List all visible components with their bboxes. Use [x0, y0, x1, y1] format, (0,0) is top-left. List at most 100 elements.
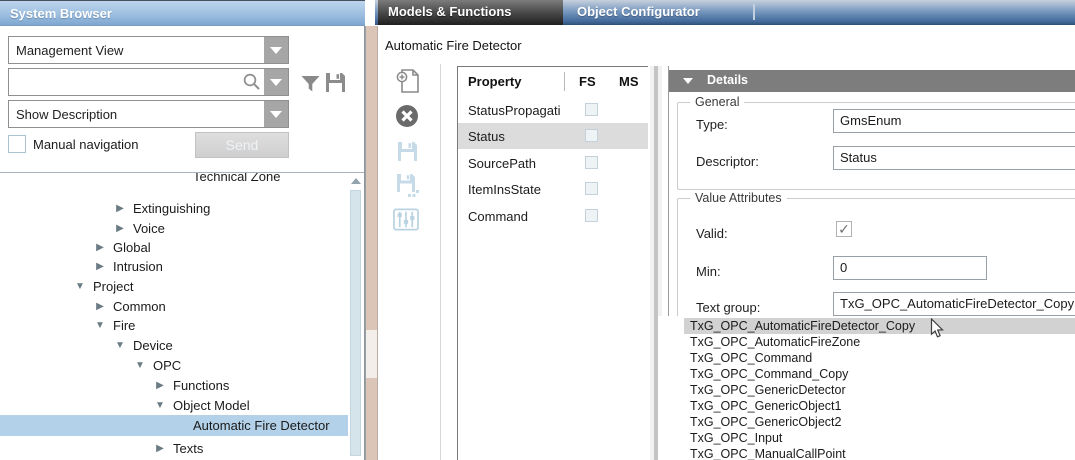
- fs-checkbox[interactable]: [585, 209, 598, 222]
- mouse-cursor: [930, 318, 945, 342]
- filter-icon: [300, 73, 321, 94]
- display-mode-dropdown-button[interactable]: [264, 101, 288, 127]
- chevron-down-icon: [270, 79, 282, 86]
- collapse-triangle-icon: [683, 78, 693, 84]
- toolbar-divider: [440, 64, 441, 460]
- descriptor-label: Descriptor:: [696, 154, 759, 169]
- manual-navigation-checkbox[interactable]: [8, 135, 26, 153]
- tree-item-label: Extinguishing: [133, 201, 210, 216]
- dropdown-item[interactable]: TxG_OPC_ManualCallPoint: [690, 446, 846, 460]
- splitter-handle[interactable]: [366, 330, 377, 378]
- tree-collapse-icon[interactable]: ▼: [93, 320, 107, 331]
- column-header-property[interactable]: Property: [468, 74, 521, 89]
- view-selector-value: Management View: [9, 43, 264, 58]
- tree-expand-icon[interactable]: ▶: [153, 380, 167, 391]
- tree-item[interactable]: ▼Fire: [0, 315, 348, 335]
- dropdown-item[interactable]: TxG_OPC_AutomaticFireZone: [690, 334, 860, 350]
- type-input[interactable]: GmsEnum: [833, 109, 1075, 133]
- tab-object-configurator[interactable]: Object Configurator: [577, 0, 700, 25]
- dropdown-item[interactable]: TxG_OPC_GenericDetector: [690, 382, 846, 398]
- table-row[interactable]: Command: [458, 203, 648, 229]
- tree-scrollbar-up-button[interactable]: [349, 176, 362, 186]
- min-label: Min:: [696, 264, 721, 279]
- search-icon: [242, 72, 262, 92]
- valid-checkbox[interactable]: ✓: [836, 221, 852, 237]
- tree-collapse-icon[interactable]: ▼: [133, 360, 147, 371]
- properties-button[interactable]: [393, 206, 419, 232]
- details-header[interactable]: Details: [669, 70, 1075, 92]
- fs-checkbox[interactable]: [585, 103, 598, 116]
- dropdown-item[interactable]: TxG_OPC_GenericObject1: [690, 398, 841, 414]
- dropdown-item[interactable]: TxG_OPC_GenericObject2: [690, 414, 841, 430]
- tree-item-label: Voice: [133, 221, 165, 236]
- fs-checkbox[interactable]: [585, 182, 598, 195]
- table-row[interactable]: SourcePath: [458, 150, 648, 176]
- tree-item[interactable]: ▶ Extinguishing: [0, 198, 348, 218]
- tree-expand-icon[interactable]: ▶: [113, 223, 127, 234]
- send-button[interactable]: Send: [195, 132, 289, 158]
- tree-item[interactable]: Automatic Fire Detector: [0, 415, 348, 436]
- save-filter-button[interactable]: [322, 69, 348, 95]
- view-selector-dropdown-button[interactable]: [264, 37, 288, 63]
- vertical-splitter[interactable]: [365, 26, 378, 460]
- min-input[interactable]: 0: [833, 256, 987, 280]
- save-as-button[interactable]: [394, 172, 420, 198]
- descriptor-input[interactable]: Status: [833, 146, 1075, 170]
- tree-item-label: Technical Zone: [193, 173, 280, 184]
- tree-item[interactable]: Technical Zone: [0, 173, 348, 186]
- dropdown-item[interactable]: TxG_OPC_AutomaticFireDetector_Copy: [690, 318, 915, 334]
- tree-item[interactable]: ▼ OPC: [0, 355, 348, 375]
- table-row[interactable]: ItemInsState: [458, 176, 648, 202]
- display-mode-combobox[interactable]: Show Description: [8, 100, 289, 128]
- save-button[interactable]: [394, 138, 420, 164]
- tree-item-label: Automatic Fire Detector: [193, 418, 330, 433]
- type-label: Type:: [696, 117, 728, 132]
- tree-expand-icon[interactable]: ▶: [93, 301, 107, 312]
- fs-checkbox[interactable]: [585, 129, 598, 142]
- details-title: Details: [707, 73, 748, 87]
- dropdown-item[interactable]: TxG_OPC_Input: [690, 430, 782, 446]
- tree-item[interactable]: ▼Device: [0, 335, 348, 355]
- tree-item[interactable]: ▶Functions: [0, 375, 348, 395]
- filter-button[interactable]: [297, 70, 323, 96]
- text-group-input[interactable]: TxG_OPC_AutomaticFireDetector_Copy: [833, 292, 1075, 316]
- system-browser-title: System Browser: [0, 0, 365, 26]
- add-document-button[interactable]: [394, 68, 420, 94]
- delete-icon: [395, 104, 419, 128]
- property-name: ItemInsState: [468, 182, 541, 197]
- view-selector-combobox[interactable]: Management View: [8, 36, 289, 64]
- tree-item-label: Object Model: [173, 398, 250, 413]
- navigation-tree: Technical Zone ▶ Extinguishing ▶ Voice▶Globa…: [0, 173, 348, 460]
- tree-collapse-icon[interactable]: ▼: [153, 400, 167, 411]
- tree-collapse-icon[interactable]: ▼: [113, 340, 127, 351]
- tree-item[interactable]: ▼ Project: [0, 276, 348, 296]
- tree-expand-icon[interactable]: ▶: [113, 203, 127, 214]
- tree-expand-icon[interactable]: ▶: [93, 242, 107, 253]
- column-divider[interactable]: [564, 72, 565, 91]
- tree-item-label: OPC: [153, 358, 181, 373]
- fs-checkbox[interactable]: [585, 156, 598, 169]
- dropdown-item[interactable]: TxG_OPC_Command_Copy: [690, 366, 848, 382]
- tree-item[interactable]: ▶Global: [0, 237, 348, 257]
- chevron-down-icon: [270, 111, 282, 118]
- tree-item-label: Project: [93, 279, 133, 294]
- search-box[interactable]: [8, 68, 289, 96]
- column-header-ms[interactable]: MS: [619, 74, 639, 89]
- dropdown-item[interactable]: TxG_OPC_Command: [690, 350, 812, 366]
- tree-item[interactable]: ▼ Object Model: [0, 395, 348, 415]
- tree-item-label: Common: [113, 299, 166, 314]
- tree-item[interactable]: ▶ Voice: [0, 218, 348, 238]
- tree-item[interactable]: ▶ Common: [0, 296, 348, 316]
- search-dropdown-button[interactable]: [264, 69, 288, 95]
- tree-collapse-icon[interactable]: ▼: [73, 281, 87, 292]
- delete-button[interactable]: [394, 103, 420, 129]
- tab-models-functions[interactable]: Models & Functions: [378, 0, 563, 25]
- column-header-fs[interactable]: FS: [579, 74, 596, 89]
- tree-scrollbar-thumb[interactable]: [350, 190, 361, 456]
- tree-expand-icon[interactable]: ▶: [93, 261, 107, 272]
- tree-item[interactable]: ▶Intrusion: [0, 256, 348, 276]
- tree-item[interactable]: ▶Texts: [0, 438, 348, 458]
- table-row[interactable]: Status: [458, 123, 648, 149]
- table-row[interactable]: StatusPropagati: [458, 97, 648, 123]
- tree-expand-icon[interactable]: ▶: [153, 443, 167, 454]
